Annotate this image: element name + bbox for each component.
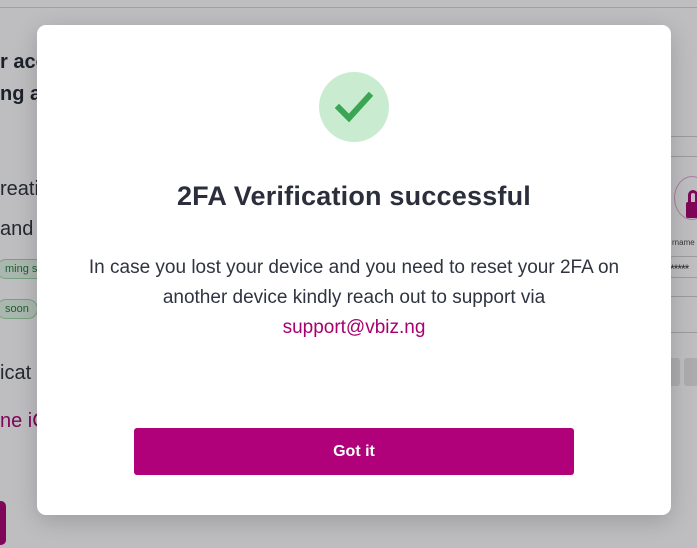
- success-badge: [319, 72, 389, 142]
- support-email-link[interactable]: support@vbiz.ng: [283, 317, 426, 338]
- verification-success-modal: 2FA Verification successful In case you …: [37, 25, 671, 515]
- modal-body: In case you lost your device and you nee…: [77, 253, 631, 343]
- check-icon: [334, 91, 374, 123]
- modal-body-text: In case you lost your device and you nee…: [88, 257, 620, 308]
- got-it-button[interactable]: Got it: [134, 428, 574, 475]
- modal-title: 2FA Verification successful: [176, 181, 532, 211]
